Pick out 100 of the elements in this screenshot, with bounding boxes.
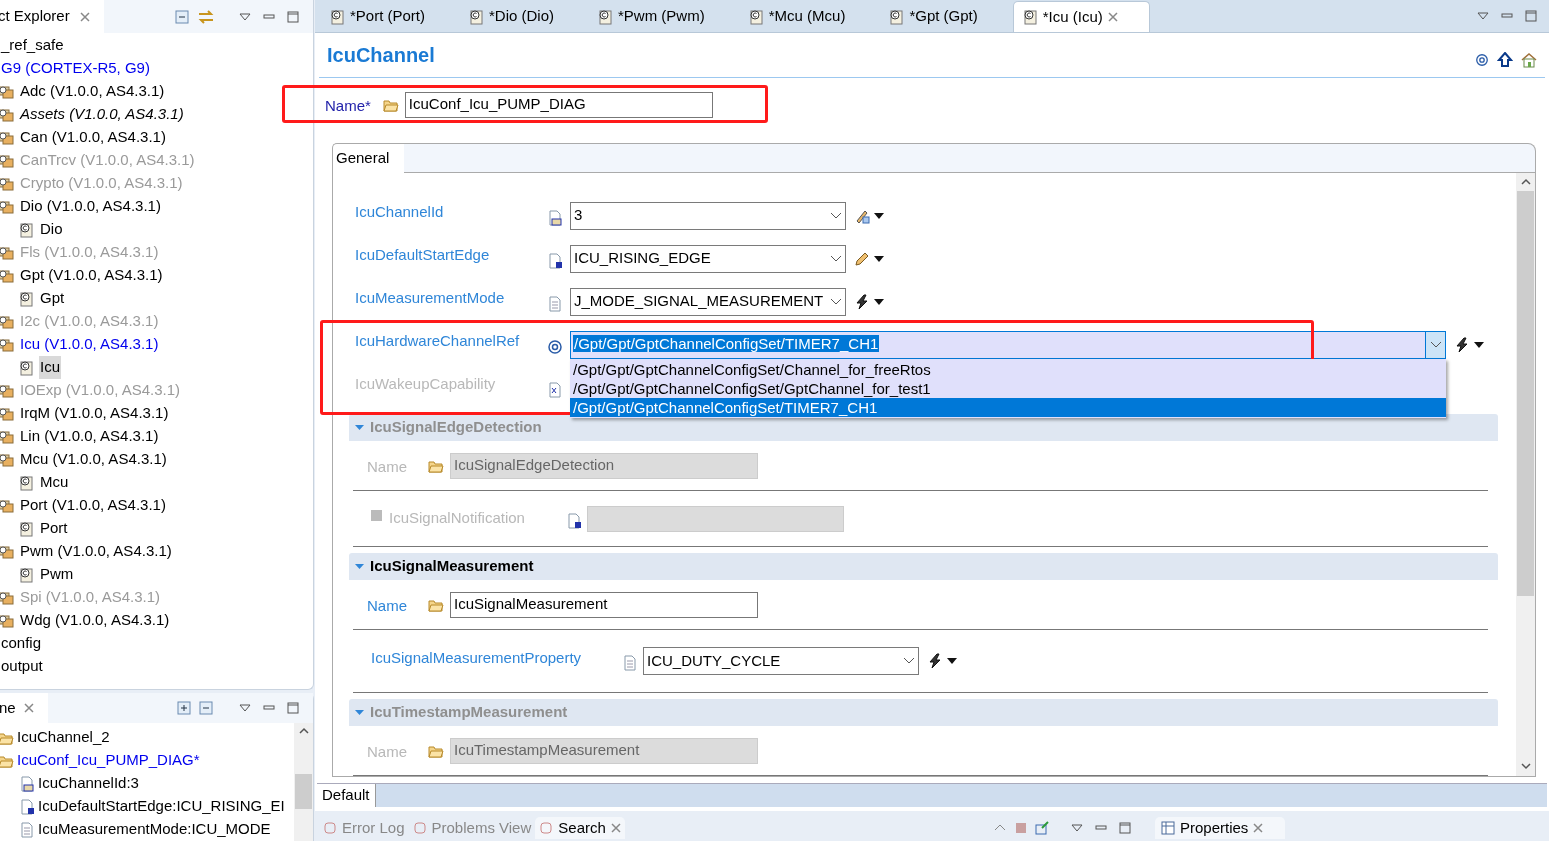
form-tab[interactable]: General: [332, 143, 404, 173]
close-icon[interactable]: [79, 11, 90, 22]
integer-type-icon: [19, 775, 35, 792]
link-editor-icon[interactable]: [197, 8, 215, 25]
view-menu-icon[interactable]: [1477, 12, 1489, 20]
document-icon: [18, 290, 34, 307]
boolean-type-icon: [547, 381, 563, 398]
value-combo[interactable]: ICU_DUTY_CYCLE: [643, 647, 919, 675]
tree-item[interactable]: Assets (V1.0.0, AS4.3.1): [19, 103, 185, 126]
view-menu-icon[interactable]: [239, 704, 251, 712]
caret-icon: [1474, 341, 1484, 348]
tree-item[interactable]: Mcu (V1.0.0, AS4.3.1): [19, 448, 168, 471]
collapse-all-icon[interactable]: [175, 9, 189, 24]
action-menu-button[interactable]: [927, 653, 957, 669]
tree-item[interactable]: Pwm (V1.0.0, AS4.3.1): [19, 540, 173, 563]
value-combo[interactable]: J_MODE_SIGNAL_MEASUREMENT: [570, 287, 846, 316]
outline-item[interactable]: IcuDefaultStartEdge:ICU_RISING_EI: [38, 795, 285, 818]
tree-item[interactable]: _ref_safe: [0, 34, 65, 57]
maximize-icon[interactable]: [287, 10, 299, 23]
name-field[interactable]: IcuConf_Icu_PUMP_DIAG: [404, 91, 713, 118]
pencil-icon: [854, 250, 870, 267]
tree-item[interactable]: Adc (V1.0.0, AS4.3.1): [19, 80, 166, 103]
tree-item[interactable]: Port (V1.0.0, AS4.3.1): [19, 494, 167, 517]
enum-type-icon: [547, 252, 563, 269]
integer-type-icon: [547, 209, 563, 226]
reference-icon[interactable]: [1475, 53, 1489, 67]
name-field[interactable]: IcuSignalMeasurement: [450, 591, 758, 618]
tree-item[interactable]: Dio: [39, 218, 64, 241]
dropdown-option[interactable]: /Gpt/Gpt/GptChannelConfigSet/TIMER7_CH1: [570, 397, 1446, 417]
view-menu-icon[interactable]: [239, 12, 251, 21]
view-menu-icon[interactable]: [1071, 824, 1083, 832]
pin-icon[interactable]: [1035, 821, 1049, 835]
outline-item[interactable]: IcuMeasurementMode:ICU_MODE: [38, 818, 271, 841]
tree-item[interactable]: Icu: [39, 356, 61, 379]
reference-combo[interactable]: /Gpt/Gpt/GptChannelConfigSet/TIMER7_CH1: [570, 330, 1446, 359]
tree-item[interactable]: Lin (V1.0.0, AS4.3.1): [19, 425, 160, 448]
document-icon: [622, 655, 638, 671]
document-icon: [18, 359, 34, 376]
outline-item[interactable]: IcuConf_Icu_PUMP_DIAG*: [17, 749, 200, 772]
section-header[interactable]: IcuSignalMeasurement: [349, 553, 1498, 580]
chevron-down-icon: [1429, 340, 1442, 349]
panel-icon: [323, 821, 337, 835]
home-icon[interactable]: [1521, 52, 1537, 68]
dropdown-option[interactable]: /Gpt/Gpt/GptChannelConfigSet/GptChannel_for_test1: [570, 378, 1446, 398]
editor-tab[interactable]: *Mcu (Mcu): [739, 1, 877, 32]
caret-icon: [874, 255, 884, 262]
minimize-icon[interactable]: [263, 705, 275, 711]
dropdown-button[interactable]: [1425, 331, 1445, 358]
parameter-label: IcuSignalMeasurementProperty: [371, 647, 583, 668]
document-icon: [547, 295, 563, 312]
dropdown-option[interactable]: /Gpt/Gpt/GptChannelConfigSet/Channel_for_freeRtos: [570, 359, 1446, 379]
editor-tab[interactable]: *Dio (Dio): [460, 1, 586, 32]
caret-icon: [947, 658, 957, 664]
close-icon[interactable]: [23, 703, 34, 713]
tree-item[interactable]: Gpt: [39, 287, 66, 310]
enum-type-icon: [19, 798, 35, 815]
maximize-icon[interactable]: [1119, 822, 1131, 834]
panel-tab[interactable]: Search: [535, 817, 625, 839]
tree-item[interactable]: Dio (V1.0.0, AS4.3.1): [19, 195, 162, 218]
tree-item[interactable]: output: [0, 655, 44, 678]
up-arrow-icon[interactable]: [1497, 52, 1513, 68]
outline-item[interactable]: IcuChannel_2: [17, 726, 110, 749]
action-menu-button[interactable]: [854, 293, 884, 310]
tree-item[interactable]: Icu (V1.0.0, AS4.3.1): [19, 333, 160, 356]
tree-item[interactable]: IrqM (V1.0.0, AS4.3.1): [19, 402, 170, 425]
scrollbar[interactable]: [294, 723, 313, 841]
value-field[interactable]: [587, 505, 844, 532]
scrollbar[interactable]: [1516, 173, 1535, 776]
close-icon[interactable]: [610, 823, 621, 833]
editor-tab[interactable]: *Pwm (Pwm): [589, 1, 736, 32]
maximize-icon[interactable]: [287, 702, 299, 714]
expand-all-icon[interactable]: [177, 701, 191, 715]
tree-item[interactable]: Pwm: [39, 563, 75, 586]
action-menu-button[interactable]: [1454, 336, 1484, 353]
close-icon[interactable]: [1253, 823, 1264, 833]
editor-tab[interactable]: *Icu (Icu): [1012, 1, 1150, 32]
stop-icon[interactable]: [1015, 822, 1027, 834]
tree-item[interactable]: config: [0, 632, 43, 655]
maximize-icon[interactable]: [1525, 10, 1537, 22]
page-tab[interactable]: Default: [317, 784, 376, 807]
panel-tab[interactable]: Properties: [1155, 817, 1285, 839]
tree-item[interactable]: Wdg (V1.0.0, AS4.3.1): [19, 609, 171, 632]
action-menu-button[interactable]: [854, 250, 884, 267]
value-combo[interactable]: ICU_RISING_EDGE: [570, 244, 846, 273]
value-combo[interactable]: 3: [570, 201, 846, 230]
tree-item[interactable]: Port: [39, 517, 69, 540]
outline-item[interactable]: IcuChannelId:3: [38, 772, 139, 795]
editor-title: IcuChannel: [327, 43, 435, 68]
tree-item[interactable]: G9 (CORTEX-R5, G9): [0, 57, 151, 80]
tree-item[interactable]: Mcu: [39, 471, 70, 494]
collapse-all-icon[interactable]: [199, 701, 213, 715]
close-icon[interactable]: [1107, 12, 1118, 22]
minimize-icon[interactable]: [263, 13, 275, 20]
view-tab[interactable]: ne: [0, 693, 48, 723]
tree-item[interactable]: Gpt (V1.0.0, AS4.3.1): [19, 264, 164, 287]
minimize-icon[interactable]: [1095, 825, 1107, 831]
tree-item[interactable]: Can (V1.0.0, AS4.3.1): [19, 126, 167, 149]
editor-tab[interactable]: *Gpt (Gpt): [880, 1, 1009, 32]
minimize-icon[interactable]: [1501, 13, 1513, 19]
editor-tab[interactable]: *Port (Port): [321, 1, 456, 32]
